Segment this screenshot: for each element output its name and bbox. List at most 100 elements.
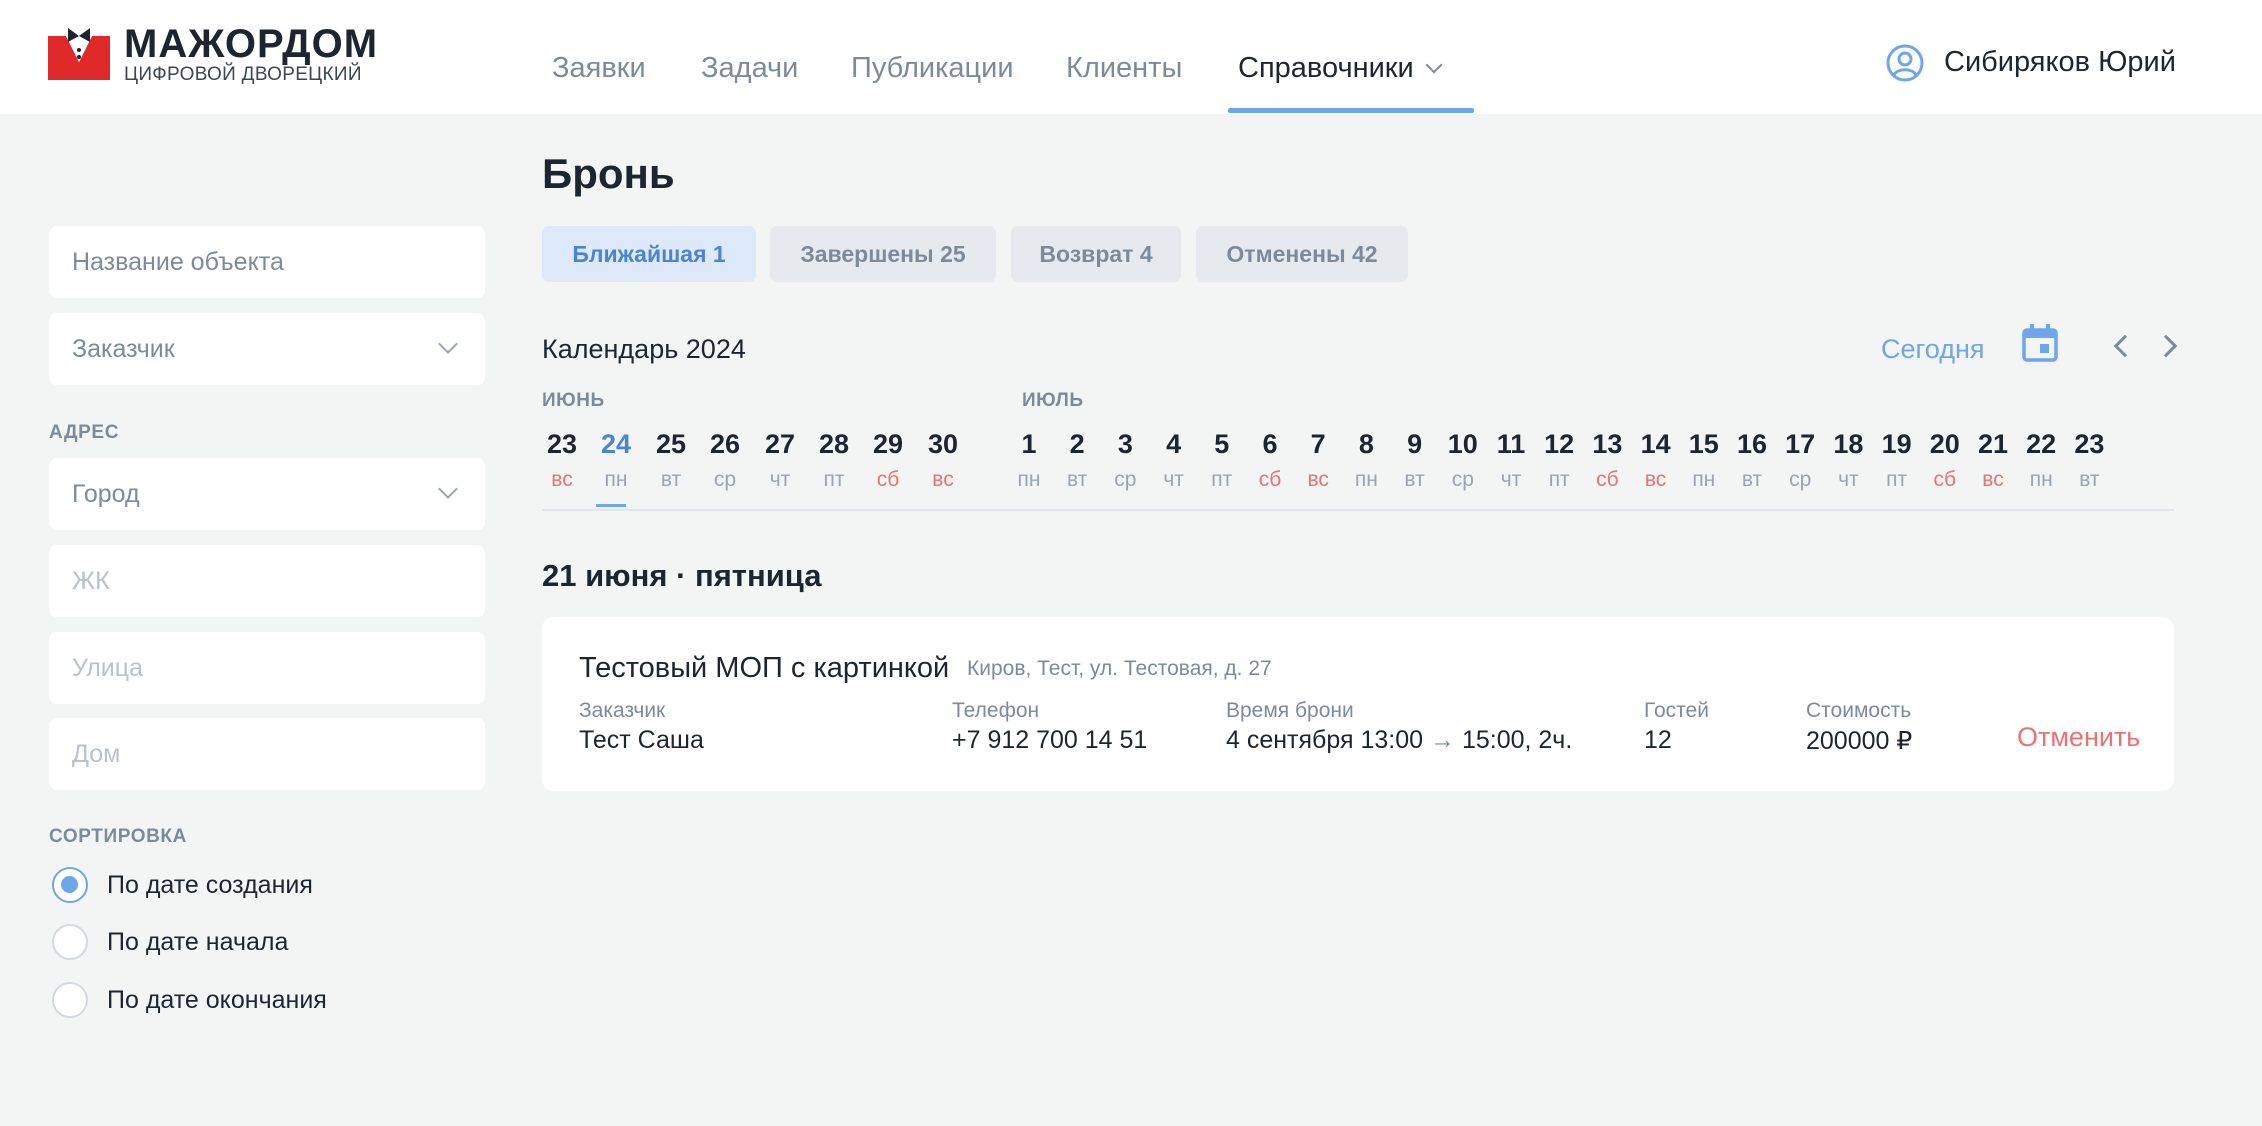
nav-item-tasks[interactable]: Задачи [701, 52, 798, 85]
calendar-day[interactable]: 23 вт [2064, 420, 2114, 492]
sort-by-start-radio[interactable] [52, 924, 88, 960]
calendar-day-number: 7 [1310, 429, 1326, 459]
booking-time-start: 4 сентября 13:00 [1226, 726, 1424, 754]
calendar-days-strip: 23 вс 24 пн 25 вт 26 ср 27 чт 28 пт 29 сб 30 вс 1 пн 2 вт 3 с… [542, 420, 2174, 510]
calendar-day-weekday: вт [660, 468, 682, 491]
calendar-day-number: 18 [1833, 429, 1864, 459]
calendar-day-weekday: вт [1741, 468, 1763, 491]
calendar-day-number: 30 [927, 429, 959, 459]
nav-item-clients[interactable]: Клиенты [1066, 52, 1182, 85]
calendar-day-weekday: пт [1211, 468, 1233, 491]
calendar-day[interactable]: 7 вс [1293, 420, 1343, 492]
calendar-icon[interactable] [2022, 324, 2058, 362]
calendar-day[interactable]: 10 ср [1438, 420, 1488, 492]
brand-logo[interactable]: МАЖОРДОМ ЦИФРОВОЙ ДВОРЕЦКИЙ [48, 22, 388, 88]
calendar-day-weekday: сб [1258, 468, 1282, 491]
calendar-day-number: 23 [2074, 429, 2105, 459]
calendar-day[interactable]: 15 пн [1679, 420, 1729, 492]
calendar-day-number: 20 [1929, 429, 1960, 459]
calendar-day[interactable]: 18 чт [1823, 420, 1873, 492]
cancel-booking-button[interactable]: Отменить [2017, 722, 2140, 753]
object-name-input[interactable]: Название объекта [49, 226, 485, 298]
calendar-day[interactable]: 25 вт [646, 420, 696, 492]
chevron-down-icon [438, 334, 458, 354]
calendar-day[interactable]: 9 вт [1390, 420, 1440, 492]
selected-day-indicator [596, 504, 626, 507]
calendar-day[interactable]: 29 сб [863, 420, 913, 492]
calendar-day[interactable]: 28 пт [809, 420, 859, 492]
calendar-day[interactable]: 19 пт [1872, 420, 1922, 492]
sort-by-created-radio[interactable] [52, 867, 88, 903]
calendar-day-weekday: чт [1838, 468, 1859, 491]
sort-by-created-label[interactable]: По дате создания [107, 871, 313, 900]
calendar-day[interactable]: 20 сб [1920, 420, 1970, 492]
previous-arrow-icon[interactable] [2113, 334, 2137, 358]
calendar-day[interactable]: 21 вс [1968, 420, 2018, 492]
calendar-day[interactable]: 23 вс [542, 420, 587, 492]
calendar-day[interactable]: 16 вт [1727, 420, 1777, 492]
customer-label: Заказчик [579, 699, 666, 722]
street-input[interactable]: Улица [49, 632, 485, 704]
calendar-day-number: 11 [1496, 429, 1526, 459]
tab-cancelled[interactable]: Отменены 42 [1196, 226, 1408, 282]
complex-input[interactable]: ЖК [49, 545, 485, 617]
next-arrow-icon[interactable] [2154, 334, 2178, 358]
calendar-day-weekday: пн [1354, 468, 1378, 491]
brand-subtitle: ЦИФРОВОЙ ДВОРЕЦКИЙ [124, 64, 362, 85]
calendar-day[interactable]: 24 пн [591, 420, 641, 492]
tab-refund[interactable]: Возврат 4 [1011, 226, 1181, 282]
brand-title: МАЖОРДОМ [124, 22, 379, 66]
calendar-day[interactable]: 1 пн [1004, 420, 1054, 492]
calendar-day[interactable]: 17 ср [1775, 420, 1825, 492]
calendar-day-number: 22 [2026, 429, 2057, 459]
today-button[interactable]: Сегодня [1881, 334, 1984, 365]
sort-by-start-label[interactable]: По дате начала [107, 928, 288, 957]
address-section-label: АДРЕС [49, 422, 120, 443]
calendar-day-weekday: чт [1500, 468, 1522, 491]
nav-item-requests[interactable]: Заявки [552, 52, 646, 85]
calendar-day-weekday: вс [1307, 468, 1329, 491]
calendar-day-weekday: пт [823, 468, 845, 491]
calendar-day[interactable]: 22 пн [2016, 420, 2066, 492]
calendar-day[interactable]: 13 сб [1582, 420, 1632, 492]
nav-item-references-label: Справочники [1238, 52, 1414, 84]
calendar-day[interactable]: 14 вс [1631, 420, 1681, 492]
sort-by-end-label[interactable]: По дате окончания [107, 986, 327, 1015]
booking-object-title[interactable]: Тестовый МОП с картинкой [579, 652, 949, 685]
sort-by-end-radio[interactable] [52, 982, 88, 1018]
calendar-day[interactable]: 27 чт [755, 420, 805, 492]
phone-value: +7 912 700 14 51 [952, 726, 1148, 754]
calendar-day[interactable]: 12 пт [1534, 420, 1584, 492]
calendar-day[interactable]: 26 ср [700, 420, 750, 492]
calendar-day-number: 1 [1021, 429, 1037, 459]
calendar-day-weekday: ср [1789, 468, 1812, 491]
calendar-day-weekday: ср [713, 468, 737, 491]
city-select[interactable]: Город [49, 458, 485, 530]
calendar-day[interactable]: 6 сб [1245, 420, 1295, 492]
calendar-day-number: 8 [1358, 429, 1374, 459]
customer-select[interactable]: Заказчик [49, 313, 485, 385]
calendar-day-number: 21 [1977, 429, 2009, 459]
calendar-day[interactable]: 4 чт [1149, 420, 1199, 492]
house-placeholder: Дом [72, 740, 121, 768]
calendar-day-number: 14 [1640, 429, 1671, 459]
tab-completed[interactable]: Завершены 25 [770, 226, 996, 282]
calendar-day[interactable]: 8 пн [1341, 420, 1391, 492]
chevron-down-icon [438, 479, 458, 499]
butler-logo-icon [48, 28, 110, 80]
tab-upcoming[interactable]: Ближайшая 1 [542, 226, 756, 282]
calendar-day-weekday: пн [604, 468, 628, 491]
calendar-day-number: 13 [1592, 429, 1623, 459]
calendar-day-number: 26 [709, 429, 741, 459]
calendar-day[interactable]: 11 чт [1486, 420, 1536, 492]
booking-card[interactable]: Тестовый МОП с картинкой Киров, Тест, ул… [542, 617, 2174, 791]
calendar-day[interactable]: 3 ср [1100, 420, 1150, 492]
calendar-day-weekday: сб [876, 468, 900, 491]
nav-item-references[interactable]: Справочники [1238, 52, 1443, 85]
house-input[interactable]: Дом [49, 718, 485, 790]
calendar-day[interactable]: 2 вт [1052, 420, 1102, 492]
calendar-day-number: 24 [600, 429, 632, 459]
calendar-day[interactable]: 30 вс [918, 420, 968, 492]
calendar-day[interactable]: 5 пт [1197, 420, 1247, 492]
nav-item-publications[interactable]: Публикации [851, 52, 1014, 85]
